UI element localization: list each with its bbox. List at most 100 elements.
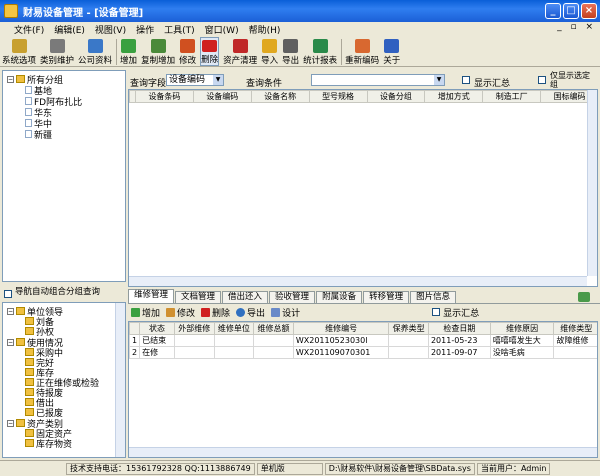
menu-bar: 文件(F) 编辑(E) 视图(V) 操作 工具(T) 窗口(W) 帮助(H) — [0, 22, 600, 36]
tab-repair[interactable]: 维修管理 — [128, 289, 175, 303]
page-icon — [25, 130, 32, 138]
folder-icon — [25, 378, 34, 386]
show-summary-checkbox[interactable] — [462, 76, 470, 84]
only-selected-label: 仅显示选定组 — [550, 71, 590, 89]
menu-tools[interactable]: 工具(T) — [164, 23, 195, 36]
tree-item[interactable]: FD阿布扎比 — [25, 96, 82, 108]
tree-item[interactable]: 新疆 — [25, 129, 52, 141]
horizontal-scrollbar[interactable] — [129, 447, 597, 457]
data-path: D:\财易软件\财易设备管理\SBData.sys — [324, 462, 475, 475]
menu-help[interactable]: 帮助(H) — [249, 23, 281, 36]
col-factory[interactable]: 制造工厂 — [482, 90, 542, 103]
repair-edit-button[interactable]: 修改 — [166, 306, 195, 319]
system-options-button[interactable]: 系统选项 — [2, 37, 36, 66]
minimize-button[interactable]: _ — [545, 3, 561, 19]
status-bar: 技术支持电话：15361792328 QQ:1113886749 单机版 D:\… — [0, 460, 600, 476]
app-icon — [4, 4, 18, 18]
col-external[interactable]: 外部维修 — [173, 322, 215, 335]
asset-clear-button[interactable]: 资产清理 — [223, 37, 257, 66]
category-maintain-button[interactable]: 类别维护 — [40, 37, 74, 66]
equipment-grid[interactable]: 设备条码 设备编码 设备名称 型号规格 设备分组 增加方式 制造工厂 国标编码 — [128, 89, 598, 287]
page-icon — [25, 119, 32, 127]
tab-transfer[interactable]: 转移管理 — [363, 291, 410, 303]
query-cond-select[interactable]: ▼ — [311, 74, 445, 86]
filter-tree[interactable]: − 单位领导 刘备 孙权 − 使用情况 采购中 完好 库存 正在维修或检验 待报废 … — [2, 302, 126, 458]
delete-button[interactable]: 删除 — [200, 37, 220, 66]
page-icon — [25, 86, 32, 94]
tab-menu-icon[interactable] — [578, 292, 590, 302]
tree-group-leaders[interactable]: − 单位领导 — [7, 306, 63, 318]
add-button[interactable]: 增加 — [120, 37, 137, 66]
add-icon — [131, 307, 140, 317]
about-button[interactable]: 关于 — [383, 37, 400, 66]
query-field-select[interactable]: 设备编码 ▼ — [166, 74, 224, 86]
horizontal-scrollbar[interactable] — [129, 276, 587, 286]
menu-edit[interactable]: 编辑(E) — [54, 23, 85, 36]
col-model[interactable]: 型号规格 — [308, 90, 368, 103]
tree-root[interactable]: − 所有分组 — [7, 74, 63, 86]
tab-accessories[interactable]: 附属设备 — [316, 291, 363, 303]
folder-icon — [25, 388, 34, 396]
tree-item[interactable]: 库存物资 — [25, 438, 72, 450]
maximize-button[interactable]: □ — [563, 3, 579, 19]
col-repair-unit[interactable]: 维修单位 — [213, 322, 255, 335]
col-reason[interactable]: 维修原因 — [489, 322, 555, 335]
tab-acceptance[interactable]: 验收管理 — [269, 291, 316, 303]
repair-add-button[interactable]: 增加 — [131, 306, 160, 319]
copy-icon — [150, 39, 166, 53]
repair-grid[interactable]: 状态 外部维修 维修单位 维修总额 维修编号 保养类型 检查日期 维修原因 维修… — [128, 321, 598, 458]
tree-item[interactable]: 华东 — [25, 107, 52, 119]
folder-icon — [16, 307, 25, 315]
nav-auto-group-checkbox[interactable] — [4, 290, 12, 298]
query-field-label: 查询字段 — [130, 79, 167, 89]
vertical-scrollbar[interactable] — [115, 303, 125, 457]
col-barcode[interactable]: 设备条码 — [135, 90, 194, 103]
menu-view[interactable]: 视图(V) — [95, 23, 126, 36]
statistics-report-button[interactable]: 统计报表 — [303, 37, 337, 66]
recode-button[interactable]: 重新编码 — [345, 37, 379, 66]
company-info-button[interactable]: 公司资料 — [78, 37, 112, 66]
tree-item[interactable]: 华中 — [25, 118, 52, 130]
tab-lend-return[interactable]: 借出还入 — [222, 291, 269, 303]
col-code[interactable]: 设备编码 — [192, 90, 252, 103]
tree-item[interactable]: 已报废 — [25, 407, 63, 419]
menu-window[interactable]: 窗口(W) — [205, 23, 239, 36]
col-check-date[interactable]: 检查日期 — [427, 322, 491, 335]
repair-design-button[interactable]: 设计 — [271, 306, 300, 319]
col-group[interactable]: 设备分组 — [366, 90, 426, 103]
tab-documents[interactable]: 文档管理 — [175, 291, 222, 303]
copy-add-button[interactable]: 复制增加 — [141, 37, 175, 66]
col-name[interactable]: 设备名称 — [250, 90, 310, 103]
repair-export-button[interactable]: 导出 — [236, 306, 265, 319]
table-row[interactable]: 2 在修 WX201109070301 2011-09-07 没啥毛病 — [129, 346, 597, 359]
folder-icon — [25, 408, 34, 416]
menu-operation[interactable]: 操作 — [136, 23, 154, 36]
repair-summary-checkbox[interactable] — [432, 308, 441, 316]
col-maint-type[interactable]: 保养类型 — [388, 322, 429, 335]
tab-pictures[interactable]: 图片信息 — [410, 291, 457, 303]
table-row[interactable]: 1 已结束 WX20110523030l 2011-05-23 嘻嘻嘻发生大 故… — [129, 334, 597, 347]
only-selected-checkbox[interactable] — [538, 76, 546, 84]
col-repair-type[interactable]: 维修类型 — [553, 322, 597, 335]
recode-icon — [354, 39, 370, 53]
close-button[interactable]: × — [581, 3, 597, 19]
mdi-window-buttons[interactable]: _ ▫ × — [557, 22, 596, 32]
repair-delete-button[interactable]: 删除 — [201, 306, 230, 319]
chart-icon — [312, 39, 328, 53]
export-icon — [283, 39, 299, 53]
tree-item[interactable]: 孙权 — [25, 326, 54, 338]
folder-icon — [25, 398, 34, 406]
export-button[interactable]: 导出 — [282, 37, 299, 66]
pen-icon — [166, 307, 176, 317]
col-total[interactable]: 维修总额 — [253, 322, 294, 335]
import-button[interactable]: 导入 — [261, 37, 278, 66]
vertical-scrollbar[interactable] — [587, 90, 597, 276]
group-tree[interactable]: − 所有分组 基地 FD阿布扎比 华东 华中 新疆 — [2, 70, 126, 282]
col-add-method[interactable]: 增加方式 — [424, 90, 484, 103]
edit-button[interactable]: 修改 — [179, 37, 196, 66]
col-repair-no[interactable]: 维修编号 — [292, 322, 390, 335]
col-status[interactable]: 状态 — [139, 322, 175, 335]
help-icon — [384, 39, 400, 53]
tree-item[interactable]: 基地 — [25, 85, 52, 97]
menu-file[interactable]: 文件(F) — [14, 23, 44, 36]
